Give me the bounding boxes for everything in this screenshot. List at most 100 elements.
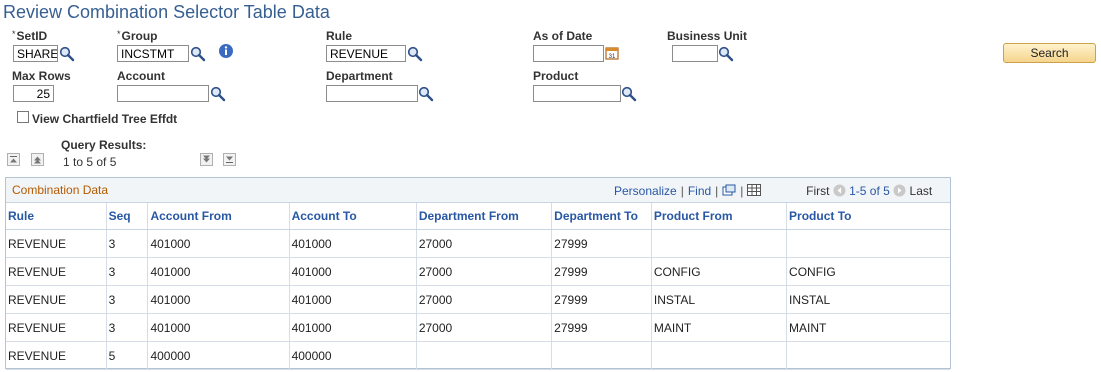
scroll-down-icon[interactable]: [200, 153, 213, 166]
table-cell: 400000: [147, 341, 290, 370]
search-icon[interactable]: [718, 46, 734, 62]
as-of-date-field[interactable]: [533, 45, 604, 62]
table-cell: REVENUE: [6, 285, 107, 314]
search-button[interactable]: Search: [1003, 43, 1096, 63]
max-rows-label: Max Rows: [12, 69, 71, 83]
column-header-account-from[interactable]: Account From: [147, 203, 290, 230]
department-label: Department: [326, 69, 393, 83]
scroll-top-icon[interactable]: [7, 153, 20, 166]
first-label: First: [806, 184, 830, 198]
rule-label: Rule: [326, 29, 353, 43]
table-cell: [786, 229, 950, 258]
search-icon[interactable]: [59, 46, 75, 62]
info-icon[interactable]: [218, 43, 234, 59]
download-spreadsheet-icon[interactable]: [747, 184, 762, 196]
query-results-range: 1 to 5 of 5: [63, 155, 117, 169]
table-cell: [651, 341, 788, 370]
table-cell: [416, 341, 553, 370]
setid-label: *SetID: [12, 29, 48, 43]
column-header-product-to[interactable]: Product To: [786, 203, 950, 230]
last-label: Last: [909, 184, 933, 198]
table-cell: 27000: [416, 313, 553, 342]
toolbar-separator: |: [740, 184, 744, 198]
rule-field[interactable]: REVENUE: [326, 45, 406, 62]
column-header-account-to[interactable]: Account To: [289, 203, 417, 230]
table-cell: 3: [106, 285, 149, 314]
search-icon[interactable]: [190, 46, 206, 62]
personalize-link[interactable]: Personalize: [614, 184, 677, 198]
search-icon[interactable]: [621, 86, 637, 102]
business-unit-field[interactable]: [672, 45, 718, 62]
page-title: Review Combination Selector Table Data: [3, 2, 330, 22]
calendar-icon[interactable]: 31: [605, 46, 619, 60]
table-cell: 401000: [147, 257, 290, 286]
column-header-department-to[interactable]: Department To: [551, 203, 652, 230]
grid-range: 1-5 of 5: [849, 184, 890, 198]
toolbar-separator: |: [680, 184, 684, 198]
max-rows-field[interactable]: 25: [13, 85, 54, 102]
table-cell: MAINT: [786, 313, 950, 342]
table-cell: 27000: [416, 257, 553, 286]
svg-text:31: 31: [609, 54, 616, 60]
column-header-seq[interactable]: Seq: [106, 203, 149, 230]
account-label: Account: [117, 69, 165, 83]
search-icon[interactable]: [210, 86, 226, 102]
previous-icon[interactable]: [833, 184, 846, 197]
table-cell: INSTAL: [651, 285, 788, 314]
table-cell: CONFIG: [786, 257, 950, 286]
table-cell: 27999: [551, 229, 652, 258]
table-cell: 27999: [551, 313, 652, 342]
view-all-icon[interactable]: [722, 184, 736, 196]
table-cell: REVENUE: [6, 229, 107, 258]
table-cell: 401000: [147, 313, 290, 342]
account-field[interactable]: [117, 85, 209, 102]
table-cell: 27999: [551, 285, 652, 314]
grid-header-bar: Combination Data Personalize | Find | | Firs…: [6, 178, 950, 203]
column-header-product-from[interactable]: Product From: [651, 203, 788, 230]
table-cell: [786, 341, 950, 370]
group-label: *Group: [117, 29, 158, 43]
column-header-department-from[interactable]: Department From: [416, 203, 553, 230]
query-results-label: Query Results:: [61, 138, 147, 152]
toolbar-separator: |: [715, 184, 719, 198]
view-tree-checkbox[interactable]: [17, 111, 29, 123]
table-cell: 401000: [289, 313, 417, 342]
table-cell: 401000: [289, 257, 417, 286]
table-cell: INSTAL: [786, 285, 950, 314]
table-cell: 401000: [147, 285, 290, 314]
search-icon[interactable]: [407, 46, 423, 62]
table-cell: 3: [106, 229, 149, 258]
table-cell: 401000: [147, 229, 290, 258]
table-cell: 27999: [551, 257, 652, 286]
column-header-rule[interactable]: Rule: [6, 203, 107, 230]
combination-table: Rule Seq Account From Account To Departm…: [6, 203, 950, 370]
table-cell: 5: [106, 341, 149, 370]
table-cell: 400000: [289, 341, 417, 370]
table-row: REVENUE 5 400000 400000: [6, 341, 950, 370]
department-field[interactable]: [326, 85, 418, 102]
find-link[interactable]: Find: [688, 184, 711, 198]
table-cell: CONFIG: [651, 257, 788, 286]
table-cell: REVENUE: [6, 313, 107, 342]
table-cell: 3: [106, 257, 149, 286]
next-icon[interactable]: [893, 184, 906, 197]
search-icon[interactable]: [418, 86, 434, 102]
view-tree-label: View Chartfield Tree Effdt: [32, 112, 178, 126]
scroll-bottom-icon[interactable]: [223, 153, 236, 166]
grid-title: Combination Data: [12, 183, 109, 197]
product-field[interactable]: [533, 85, 621, 102]
table-cell: MAINT: [651, 313, 788, 342]
as-of-date-label: As of Date: [533, 29, 593, 43]
table-cell: 3: [106, 313, 149, 342]
combination-data-grid: Combination Data Personalize | Find | | Firs…: [5, 177, 951, 370]
table-cell: 27000: [416, 229, 553, 258]
table-row: REVENUE 3 401000 401000 27000 27999 CONF…: [6, 257, 950, 286]
setid-field[interactable]: SHARE: [13, 45, 58, 62]
table-cell: 401000: [289, 285, 417, 314]
product-label: Product: [533, 69, 579, 83]
table-row: REVENUE 3 401000 401000 27000 27999: [6, 229, 950, 258]
group-field[interactable]: INCSTMT: [117, 45, 189, 62]
scroll-up-icon[interactable]: [31, 153, 44, 166]
table-cell: REVENUE: [6, 341, 107, 370]
table-cell: [551, 341, 652, 370]
